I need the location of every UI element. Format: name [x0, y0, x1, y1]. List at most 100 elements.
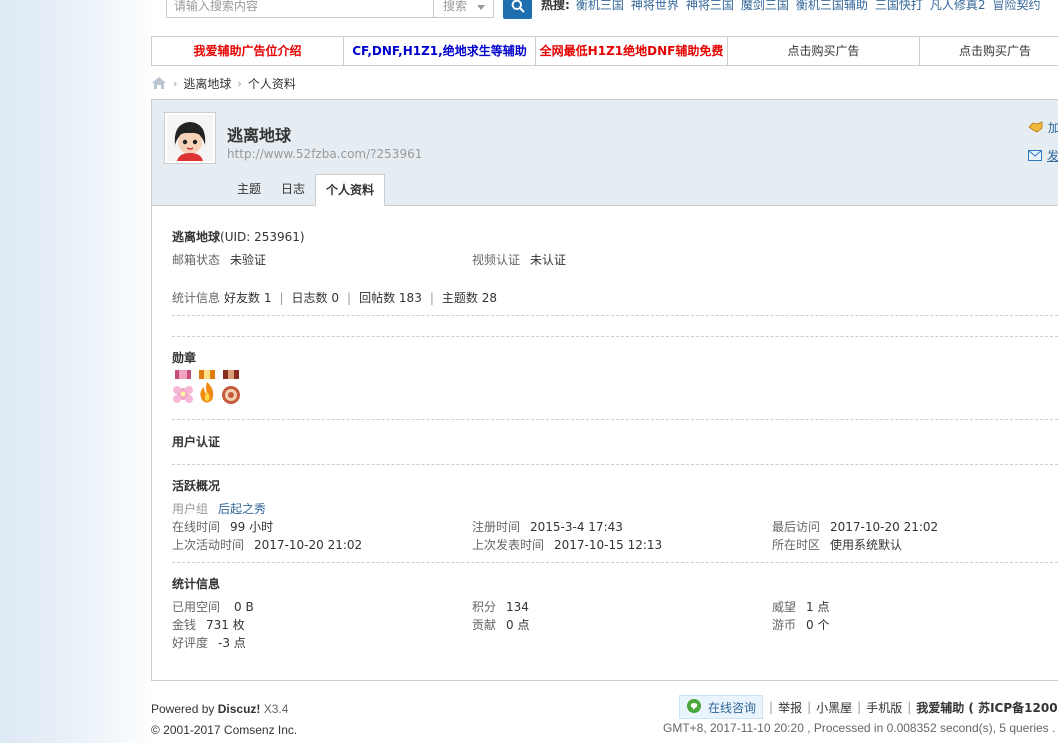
- hot-link[interactable]: 神将三国: [686, 0, 734, 12]
- search-button[interactable]: [503, 0, 532, 19]
- discuz-link[interactable]: Discuz!: [218, 702, 261, 716]
- used-space-value: 0 B: [234, 600, 254, 614]
- ad-link[interactable]: 我爱辅助广告位介绍: [152, 37, 344, 65]
- add-friend-label: 加: [1048, 120, 1058, 135]
- mobile-link[interactable]: 手机版: [866, 699, 902, 716]
- medal-list: [172, 370, 242, 406]
- user-group-label: 用户组: [172, 502, 209, 516]
- site-icp-link[interactable]: 我爱辅助 ( 苏ICP备12001: [916, 699, 1058, 716]
- footer-credits: Powered by Discuz! X3.4 © 2001-2017 Coms…: [151, 699, 297, 741]
- online-time-value: 99 小时: [230, 520, 274, 534]
- rating: 好评度 -3 点: [172, 634, 246, 651]
- hot-link[interactable]: 衡机三国: [576, 0, 624, 12]
- contribution-value: 0 点: [506, 618, 530, 632]
- breadcrumb-user[interactable]: 逃离地球: [183, 75, 231, 92]
- stats-summary-label: 统计信息: [172, 291, 221, 305]
- basic-info-title: 逃离地球(UID: 253961): [172, 228, 305, 245]
- last-post-label: 上次发表时间: [472, 538, 545, 552]
- profile-actions: 加 发: [1028, 116, 1058, 172]
- tab-blog[interactable]: 日志: [271, 174, 315, 206]
- online-time-label: 在线时间: [172, 520, 221, 534]
- threads-count: 28: [481, 291, 497, 305]
- online-time: 在线时间 99 小时: [172, 518, 273, 535]
- last-post-value: 2017-10-15 12:13: [554, 538, 663, 552]
- used-space: 已用空间 0 B: [172, 598, 254, 615]
- divider: [172, 336, 1058, 337]
- report-link[interactable]: 举报: [778, 699, 802, 716]
- add-friend-button[interactable]: 加: [1028, 116, 1058, 138]
- breadcrumb-current: 个人资料: [247, 76, 296, 91]
- avatar[interactable]: [164, 112, 216, 164]
- points: 积分 134: [472, 598, 529, 615]
- powered-by: Powered by: [151, 702, 215, 716]
- register-time-value: 2015-3-4 17:43: [530, 520, 623, 534]
- ad-link[interactable]: 点击购买广告: [920, 37, 1058, 65]
- prestige-value: 1 点: [806, 600, 830, 614]
- last-visit-label: 最后访问: [772, 520, 821, 534]
- threads-label[interactable]: 主题数: [442, 291, 478, 305]
- divider: [172, 315, 1058, 316]
- send-message-label: 发: [1047, 148, 1058, 163]
- medal-flower-icon[interactable]: [172, 370, 194, 406]
- video-status: 视频认证 未认证: [472, 251, 566, 268]
- ad-link[interactable]: 点击购买广告: [728, 37, 920, 65]
- last-active: 上次活动时间 2017-10-20 21:02: [172, 536, 362, 553]
- online-consult-button[interactable]: 在线咨询: [679, 695, 764, 719]
- version: X3.4: [263, 702, 289, 716]
- footer-timestamp: GMT+8, 2017-11-10 20:20 , Processed in 0…: [663, 721, 1056, 735]
- video-status-value: 未认证: [530, 253, 567, 267]
- tab-profile[interactable]: 个人资料: [315, 174, 386, 206]
- medal-fire-icon[interactable]: [196, 370, 218, 406]
- friends-label[interactable]: 好友数: [224, 291, 260, 305]
- hot-label: 热搜:: [541, 0, 570, 12]
- replies-label[interactable]: 回帖数: [359, 291, 395, 305]
- ad-link[interactable]: CF,DNF,H1Z1,绝地求生等辅助: [344, 37, 536, 65]
- mail-icon: [1028, 149, 1042, 161]
- register-time: 注册时间 2015-3-4 17:43: [472, 518, 623, 535]
- home-icon[interactable]: [151, 76, 167, 90]
- search-type-select[interactable]: 搜索: [434, 0, 494, 18]
- divider: [172, 419, 1058, 420]
- money: 金钱 731 枚: [172, 616, 245, 633]
- send-message-button[interactable]: 发: [1028, 144, 1058, 166]
- hot-link[interactable]: 凡人修真2: [930, 0, 986, 12]
- avatar-icon: [167, 115, 213, 161]
- profile-username: 逃离地球: [227, 126, 292, 145]
- hot-link[interactable]: 衡机三国辅助: [796, 0, 868, 12]
- hot-search: 热搜: 衡机三国 神将世界 神将三国 魔剑三国 衡机三国辅助 三国快打 凡人修真2 冒险契约: [541, 0, 1048, 13]
- search-bar: 请输入搜索内容 搜索: [166, 0, 532, 19]
- last-post: 上次发表时间 2017-10-15 12:13: [472, 536, 662, 553]
- hot-link[interactable]: 魔剑三国: [741, 0, 789, 12]
- stats-title: 统计信息: [172, 577, 221, 591]
- user-group-link[interactable]: 后起之秀: [218, 502, 266, 516]
- copyright: © 2001-2017 Comsenz Inc.: [151, 723, 298, 737]
- game-coins-value: 0 个: [806, 618, 830, 632]
- search-icon: [511, 0, 525, 13]
- ad-link[interactable]: 全网最低H1Z1绝地DNF辅助免费: [536, 37, 728, 65]
- tab-threads[interactable]: 主题: [227, 174, 271, 206]
- search-input[interactable]: 请输入搜索内容: [166, 0, 434, 18]
- points-value: 134: [506, 600, 529, 614]
- medal-shield-icon[interactable]: [220, 370, 242, 406]
- hot-link[interactable]: 三国快打: [875, 0, 923, 12]
- email-status: 邮箱状态 未验证: [172, 251, 266, 268]
- divider: [172, 464, 1058, 465]
- search-select-label: 搜索: [443, 0, 468, 13]
- auth-title: 用户认证: [172, 435, 221, 449]
- online-consult-label: 在线咨询: [708, 700, 757, 715]
- last-visit: 最后访问 2017-10-20 21:02: [772, 518, 938, 535]
- timezone-value: 使用系统默认: [830, 538, 903, 552]
- profile-url[interactable]: http://www.52fzba.com/?253961: [227, 147, 422, 161]
- blacklist-link[interactable]: 小黑屋: [816, 699, 852, 716]
- footer-links: 在线咨询 | 举报 | 小黑屋 | 手机版 | 我爱辅助 ( 苏ICP备12001: [679, 695, 1058, 719]
- money-value: 731 枚: [206, 618, 245, 632]
- hot-link[interactable]: 冒险契约: [993, 0, 1041, 12]
- friends-count: 1: [263, 291, 272, 305]
- game-coins-label: 游币: [772, 618, 797, 632]
- blogs-label[interactable]: 日志数: [292, 291, 328, 305]
- hot-link[interactable]: 神将世界: [631, 0, 679, 12]
- email-status-label: 邮箱状态: [172, 253, 221, 267]
- blogs-count: 0: [331, 291, 340, 305]
- used-space-label: 已用空间: [172, 600, 221, 614]
- rating-label: 好评度: [172, 636, 209, 650]
